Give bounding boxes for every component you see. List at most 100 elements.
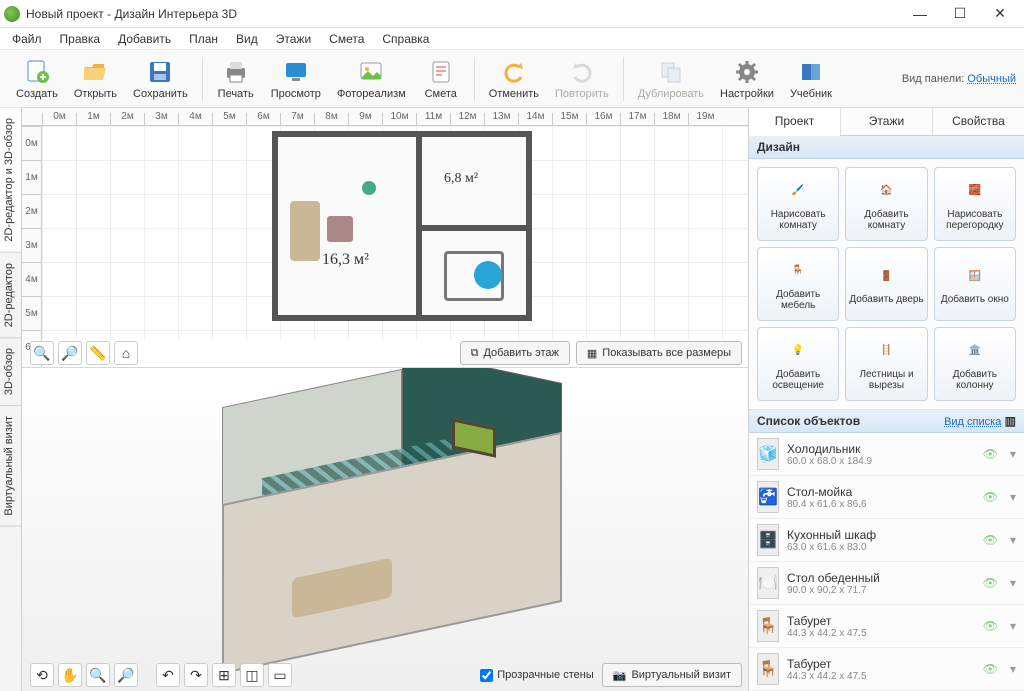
save-icon (146, 58, 174, 86)
expand-icon[interactable]: ▾ (1010, 576, 1016, 590)
menu-add[interactable]: Добавить (110, 30, 179, 48)
stairs-cutouts-button[interactable]: 🪜Лестницы и вырезы (845, 327, 927, 401)
orbit-button[interactable]: ⟲ (30, 663, 54, 687)
objects-list[interactable]: 🧊Холодильник60.0 x 68.0 x 184.9👁▾🚰Стол-м… (749, 433, 1024, 691)
plan-2d-area[interactable]: 0м1м2м3м4м5м6м7м8м9м10м11м12м13м14м15м16… (22, 108, 748, 368)
view-3d-area[interactable]: ⟲ ✋ 🔍 🔎 ↶ ↷ ⊞ ◫ ▭ Прозрачные стены 📷Вирт… (22, 368, 748, 691)
object-thumb: 🍽️ (757, 567, 779, 599)
menu-file[interactable]: Файл (4, 30, 50, 48)
photorealism-button[interactable]: Фотореализм (329, 56, 414, 102)
visibility-toggle[interactable]: 👁 (983, 576, 998, 590)
object-item[interactable]: 🪑Табурет44.3 x 44.2 x 47.5👁▾ (749, 605, 1024, 648)
zoom-out-button[interactable]: 🔍 (30, 341, 54, 365)
canvas-2d[interactable]: 16,3 м² 6,8 м² (42, 126, 748, 339)
preview-button[interactable]: Просмотр (263, 56, 329, 102)
menu-floors[interactable]: Этажи (268, 30, 319, 48)
window-icon: 🪟 (961, 262, 989, 290)
tutorial-button[interactable]: Учебник (782, 56, 840, 102)
close-button[interactable]: ✕ (980, 1, 1020, 27)
save-button[interactable]: Сохранить (125, 56, 196, 102)
visibility-toggle[interactable]: 👁 (983, 447, 998, 461)
visibility-toggle[interactable]: 👁 (983, 662, 998, 676)
menu-edit[interactable]: Правка (52, 30, 109, 48)
show-all-sizes-button[interactable]: ▦Показывать все размеры (576, 341, 742, 365)
zoom-out-3d[interactable]: 🔍 (86, 663, 110, 687)
tab-floors[interactable]: Этажи (840, 108, 932, 135)
panel-mode-link[interactable]: Обычный (967, 73, 1016, 85)
table-2d[interactable] (327, 216, 353, 242)
new-file-icon (23, 58, 51, 86)
estimate-button[interactable]: Смета (414, 56, 468, 102)
list-view-link[interactable]: Вид списка (944, 416, 1001, 428)
menu-estimate[interactable]: Смета (321, 30, 372, 48)
add-room-button[interactable]: 🏠Добавить комнату (845, 167, 927, 241)
iso-render[interactable] (222, 388, 592, 648)
zoom-in-button[interactable]: 🔎 (58, 341, 82, 365)
add-lighting-button[interactable]: 💡Добавить освещение (757, 327, 839, 401)
camera-icon: 📷 (613, 669, 627, 682)
add-door-button[interactable]: 🚪Добавить дверь (845, 247, 927, 321)
maximize-button[interactable]: ☐ (940, 1, 980, 27)
expand-icon[interactable]: ▾ (1010, 490, 1016, 504)
undo-view-button[interactable]: ↶ (156, 663, 180, 687)
undo-icon (500, 58, 528, 86)
undo-button[interactable]: Отменить (481, 56, 547, 102)
door-icon: 🚪 (872, 262, 900, 290)
add-floor-button[interactable]: ⧉Добавить этаж (460, 341, 570, 365)
menu-help[interactable]: Справка (374, 30, 437, 48)
tab-2d-and-3d[interactable]: 2D-редактор и 3D-обзор (0, 108, 21, 253)
measure-button[interactable]: 📏 (86, 341, 110, 365)
list-settings-icon[interactable]: ▥ (1005, 414, 1016, 428)
object-item[interactable]: 🪑Табурет44.3 x 44.2 x 47.5👁▾ (749, 648, 1024, 691)
visibility-toggle[interactable]: 👁 (983, 490, 998, 504)
duplicate-button[interactable]: Дублировать (630, 56, 712, 102)
tab-project[interactable]: Проект (749, 108, 840, 136)
redo-button[interactable]: Повторить (547, 56, 617, 102)
visibility-toggle[interactable]: 👁 (983, 533, 998, 547)
expand-icon[interactable]: ▾ (1010, 533, 1016, 547)
side-view-button[interactable]: ▭ (268, 663, 292, 687)
menu-view[interactable]: Вид (228, 30, 266, 48)
minimize-button[interactable]: — (900, 1, 940, 27)
settings-button[interactable]: Настройки (712, 56, 782, 102)
add-furniture-button[interactable]: 🪑Добавить мебель (757, 247, 839, 321)
virtual-visit-button[interactable]: 📷Виртуальный визит (602, 663, 742, 687)
expand-icon[interactable]: ▾ (1010, 619, 1016, 633)
plan-toolbar: 🔍 🔎 📏 ⌂ (30, 341, 138, 365)
tab-properties[interactable]: Свойства (932, 108, 1024, 135)
tab-2d-editor[interactable]: 2D-редактор (0, 253, 21, 338)
object-name: Табурет (787, 614, 975, 628)
plant-2d[interactable] (362, 181, 376, 195)
object-thumb: 🗄️ (757, 524, 779, 556)
object-item[interactable]: 🍽️Стол обеденный90.0 x 90.2 x 71.7👁▾ (749, 562, 1024, 605)
pan-button[interactable]: ✋ (58, 663, 82, 687)
add-window-button[interactable]: 🪟Добавить окно (934, 247, 1016, 321)
sofa-2d[interactable] (290, 201, 320, 261)
tab-3d-overview[interactable]: 3D-обзор (0, 338, 21, 406)
object-item[interactable]: 🗄️Кухонный шкаф63.0 x 61.6 x 83.0👁▾ (749, 519, 1024, 562)
stairs-icon: 🪜 (872, 337, 900, 365)
floorplan-drawing[interactable]: 16,3 м² 6,8 м² (272, 131, 532, 331)
draw-partition-button[interactable]: 🧱Нарисовать перегородку (934, 167, 1016, 241)
menu-plan[interactable]: План (181, 30, 226, 48)
home-button[interactable]: ⌂ (114, 341, 138, 365)
visibility-toggle[interactable]: 👁 (983, 619, 998, 633)
top-view-button[interactable]: ⊞ (212, 663, 236, 687)
gear-icon (733, 58, 761, 86)
open-button[interactable]: Открыть (66, 56, 125, 102)
expand-icon[interactable]: ▾ (1010, 447, 1016, 461)
draw-room-button[interactable]: 🖌️Нарисовать комнату (757, 167, 839, 241)
fixture-circle[interactable] (474, 261, 502, 289)
redo-icon (568, 58, 596, 86)
zoom-in-3d[interactable]: 🔎 (114, 663, 138, 687)
print-button[interactable]: Печать (209, 56, 263, 102)
tab-virtual-visit[interactable]: Виртуальный визит (0, 406, 21, 527)
front-view-button[interactable]: ◫ (240, 663, 264, 687)
redo-view-button[interactable]: ↷ (184, 663, 208, 687)
object-item[interactable]: 🚰Стол-мойка80.4 x 61.6 x 86.6👁▾ (749, 476, 1024, 519)
add-column-button[interactable]: 🏛️Добавить колонну (934, 327, 1016, 401)
transparent-walls-checkbox[interactable]: Прозрачные стены (480, 669, 593, 682)
expand-icon[interactable]: ▾ (1010, 662, 1016, 676)
object-item[interactable]: 🧊Холодильник60.0 x 68.0 x 184.9👁▾ (749, 433, 1024, 476)
create-button[interactable]: Создать (8, 56, 66, 102)
